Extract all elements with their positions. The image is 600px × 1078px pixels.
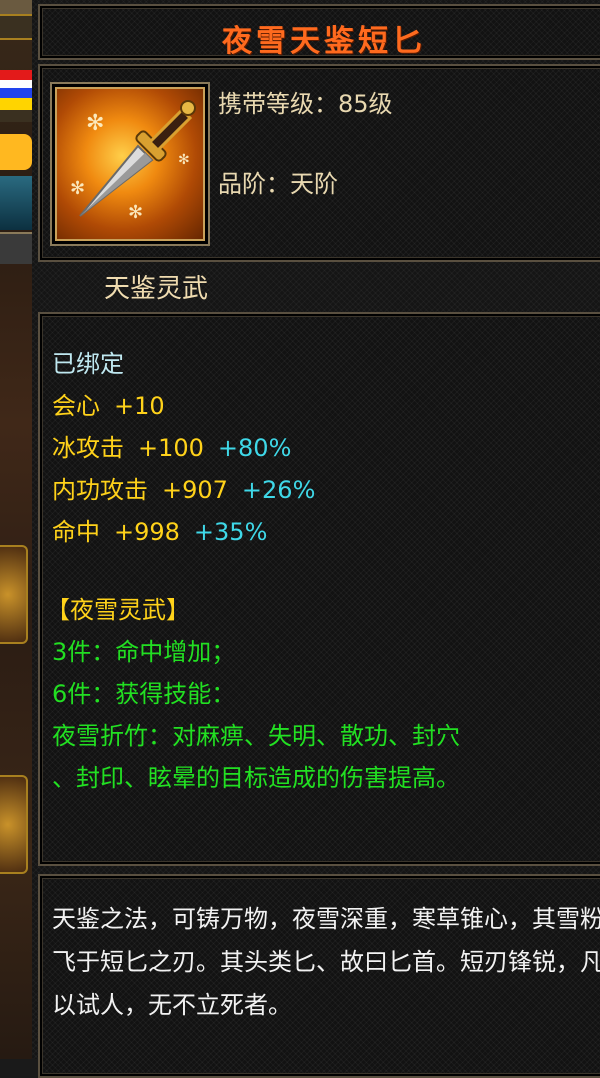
stat-bonus: +26% (241, 476, 316, 504)
stat-crit: 会心 +10 (52, 386, 165, 421)
stats-panel: 已绑定 会心 +10 冰攻击 +100 +80% 内功攻击 +907 +26% 命中 +99… (38, 312, 600, 866)
set-skill-line2: 、封印、眩晕的目标造成的伤害提高。 (52, 764, 460, 792)
stat-label: 会心 (52, 392, 100, 420)
item-grade: 品阶：天阶 (218, 170, 338, 198)
stat-value: +998 (114, 518, 180, 546)
stat-internal-attack: 内功攻击 +907 +26% (52, 470, 315, 505)
set-name: 【夜雪灵武】 (46, 596, 190, 624)
stat-value: +907 (162, 476, 228, 504)
game-background (0, 0, 32, 1059)
svg-text:✻: ✻ (178, 152, 190, 168)
svg-text:✻: ✻ (128, 202, 143, 223)
title-bar: 夜雪天鉴短匕 (38, 4, 600, 60)
stat-label: 冰攻击 (52, 434, 124, 462)
description-panel: 天鉴之法，可铸万物，夜雪深重，寒草锥心，其雪粉飞于短匕之刃。其头类匕、故曰匕首。… (38, 874, 600, 1078)
dagger-icon: ✻ ✻ ✻ ✻ (70, 100, 196, 223)
item-icon-frame: ✻ ✻ ✻ ✻ (50, 82, 210, 246)
item-name: 夜雪天鉴短匕 (222, 24, 426, 59)
stat-ice-attack: 冰攻击 +100 +80% (52, 428, 291, 463)
set-bonus-6: 6件：获得技能： (52, 680, 236, 708)
stat-bonus: +80% (217, 434, 292, 462)
item-category: 天鉴灵武 (104, 274, 209, 304)
stat-bonus: +35% (193, 518, 268, 546)
set-skill-line1: 夜雪折竹：对麻痹、失明、散功、封穴 (52, 722, 460, 750)
stat-label: 内功攻击 (52, 476, 148, 504)
stat-value: +10 (114, 392, 165, 420)
bound-status: 已绑定 (52, 350, 124, 378)
svg-text:✻: ✻ (70, 178, 85, 199)
stat-label: 命中 (52, 518, 100, 546)
carry-level: 携带等级：85级 (218, 90, 393, 118)
category-bar: 天鉴灵武 (38, 266, 600, 306)
item-info: ✻ ✻ ✻ ✻ 携带等级：85级 品阶：天阶 (38, 64, 600, 262)
stat-accuracy: 命中 +998 +35% (52, 512, 267, 547)
item-tooltip: 夜雪天鉴短匕 ✻ ✻ ✻ ✻ 携带等级：85级 品阶：天阶 天鉴灵武 已绑定 会… (32, 0, 600, 1078)
svg-text:✻: ✻ (86, 111, 104, 136)
stat-value: +100 (138, 434, 204, 462)
set-bonus-3: 3件：命中增加； (52, 638, 236, 666)
item-description: 天鉴之法，可铸万物，夜雪深重，寒草锥心，其雪粉飞于短匕之刃。其头类匕、故曰匕首。… (52, 905, 600, 1019)
